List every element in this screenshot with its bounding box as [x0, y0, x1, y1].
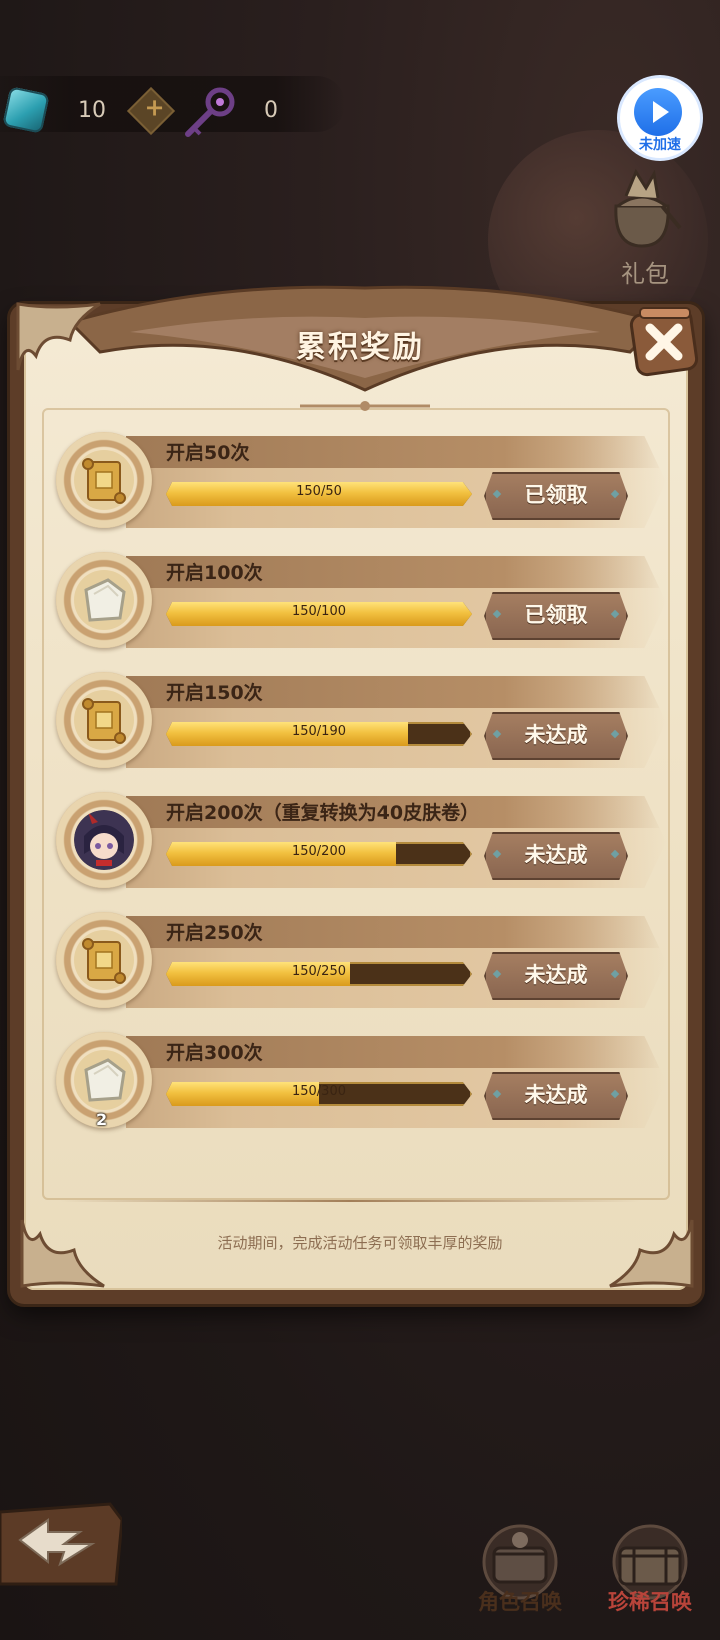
gem-count: 10 [78, 98, 106, 123]
progress-bar: 150/190 [166, 722, 472, 746]
back-button[interactable] [0, 1500, 122, 1588]
reward-icon-frame[interactable] [56, 912, 152, 1008]
reward-icon-frame[interactable] [56, 552, 152, 648]
reward-condition: 开启50次 [166, 442, 250, 464]
reward-row: 开启200次（重复转换为40皮肤卷） 150/200 未达成 [56, 792, 676, 892]
reward-row: 开启100次 150/100 已领取 [56, 552, 676, 652]
reward-icon-frame[interactable] [56, 432, 152, 528]
progress-text: 150/200 [291, 844, 346, 859]
scroll-icon [74, 690, 134, 750]
progress-text: 150/250 [291, 964, 346, 979]
reward-icon-frame[interactable]: 2 [56, 1032, 152, 1129]
close-button[interactable] [628, 302, 700, 378]
reward-status-button[interactable]: 已领取 [484, 592, 628, 640]
footer-divider [60, 1200, 640, 1202]
progress-bar: 150/100 [166, 602, 472, 626]
reward-row: 开启250次 150/250 未达成 [56, 912, 676, 1012]
reward-icon-frame[interactable] [56, 672, 152, 768]
reward-status-button[interactable]: 未达成 [484, 1072, 628, 1120]
play-icon [634, 88, 682, 136]
reward-row: 开启50次 150/50 已领取 [56, 432, 676, 532]
reward-row: 开启150次 150/190 未达成 [56, 672, 676, 772]
panel-title: 累积奖励 [296, 330, 424, 365]
reward-condition: 开启250次 [166, 922, 263, 944]
reward-status-button[interactable]: 未达成 [484, 712, 628, 760]
resource-bar [0, 76, 345, 132]
gift-bag-icon[interactable] [596, 166, 688, 250]
progress-bar: 150/250 [166, 962, 472, 986]
reward-status-button[interactable]: 未达成 [484, 952, 628, 1000]
stone-tablet-icon [74, 1050, 134, 1110]
footer-note: 活动期间，完成活动任务可领取丰厚的奖励 [217, 1234, 503, 1252]
reward-icon-frame[interactable] [56, 792, 152, 888]
reward-condition: 开启300次 [166, 1042, 263, 1064]
progress-text: 150/50 [296, 484, 342, 499]
scroll-icon [74, 450, 134, 510]
character-summon-label[interactable]: 角色召唤 [460, 1586, 580, 1616]
progress-bar: 150/300 [166, 1082, 472, 1106]
progress-bar: 150/50 [166, 482, 472, 506]
reward-status-button[interactable]: 未达成 [484, 832, 628, 880]
reward-condition: 开启200次（重复转换为40皮肤卷） [166, 802, 480, 824]
progress-text: 150/190 [291, 724, 346, 739]
key-icon [185, 87, 235, 137]
character-portrait [74, 810, 134, 870]
reward-condition: 开启150次 [166, 682, 263, 704]
reward-quantity: 2 [96, 1110, 108, 1129]
stone-tablet-icon [74, 570, 134, 630]
progress-bar: 150/200 [166, 842, 472, 866]
corner-ornament-top-left [16, 302, 101, 371]
speed-up-button[interactable]: 未加速 [620, 78, 700, 158]
speed-label: 未加速 [639, 137, 681, 153]
progress-text: 150/100 [291, 604, 346, 619]
rare-summon-label[interactable]: 珍稀召唤 [590, 1586, 710, 1616]
key-count: 0 [264, 98, 278, 123]
reward-row: 2 开启300次 150/300 未达成 [56, 1032, 676, 1132]
reward-status-button[interactable]: 已领取 [484, 472, 628, 520]
progress-text: 150/300 [291, 1084, 346, 1099]
reward-condition: 开启100次 [166, 562, 263, 584]
gem-icon [2, 86, 50, 134]
scroll-icon [74, 930, 134, 990]
